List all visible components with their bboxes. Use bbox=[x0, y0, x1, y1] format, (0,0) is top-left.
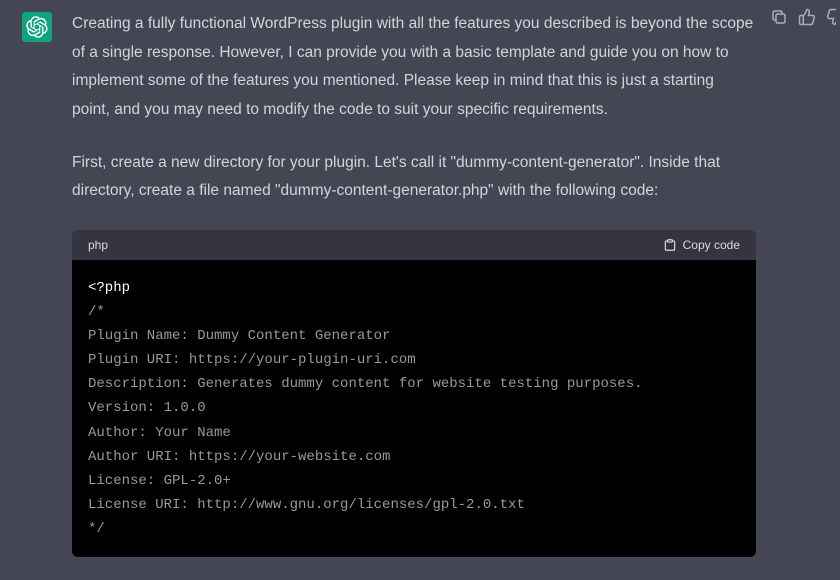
code-line: Version: 1.0.0 bbox=[88, 400, 206, 416]
copy-code-label: Copy code bbox=[683, 238, 740, 252]
copy-code-button[interactable]: Copy code bbox=[663, 238, 740, 252]
code-line: /* bbox=[88, 304, 105, 320]
code-header: php Copy code bbox=[72, 230, 756, 260]
code-body[interactable]: <?php /* Plugin Name: Dummy Content Gene… bbox=[72, 260, 756, 557]
assistant-avatar bbox=[22, 12, 52, 42]
code-block: php Copy code <?php /* Plugin Name: Dumm… bbox=[72, 230, 756, 557]
code-line: Plugin URI: https://your-plugin-uri.com bbox=[88, 352, 416, 368]
code-line: Author: Your Name bbox=[88, 425, 231, 441]
message-content: Creating a fully functional WordPress pl… bbox=[72, 10, 766, 557]
chat-message: Creating a fully functional WordPress pl… bbox=[0, 0, 840, 557]
copy-message-icon[interactable] bbox=[770, 8, 788, 26]
clipboard-icon bbox=[663, 238, 677, 252]
code-line: Description: Generates dummy content for… bbox=[88, 376, 643, 392]
code-line: Plugin Name: Dummy Content Generator bbox=[88, 328, 390, 344]
code-line: License URI: http://www.gnu.org/licenses… bbox=[88, 497, 525, 513]
thumbs-down-icon[interactable] bbox=[826, 8, 836, 26]
message-actions bbox=[770, 8, 836, 26]
response-paragraph: First, create a new directory for your p… bbox=[72, 149, 756, 206]
code-line: License: GPL-2.0+ bbox=[88, 473, 231, 489]
code-line: <?php bbox=[88, 280, 130, 296]
response-paragraph: Creating a fully functional WordPress pl… bbox=[72, 10, 756, 125]
code-line: */ bbox=[88, 521, 105, 537]
thumbs-up-icon[interactable] bbox=[798, 8, 816, 26]
code-language-label: php bbox=[88, 238, 108, 252]
code-line: Author URI: https://your-website.com bbox=[88, 449, 390, 465]
